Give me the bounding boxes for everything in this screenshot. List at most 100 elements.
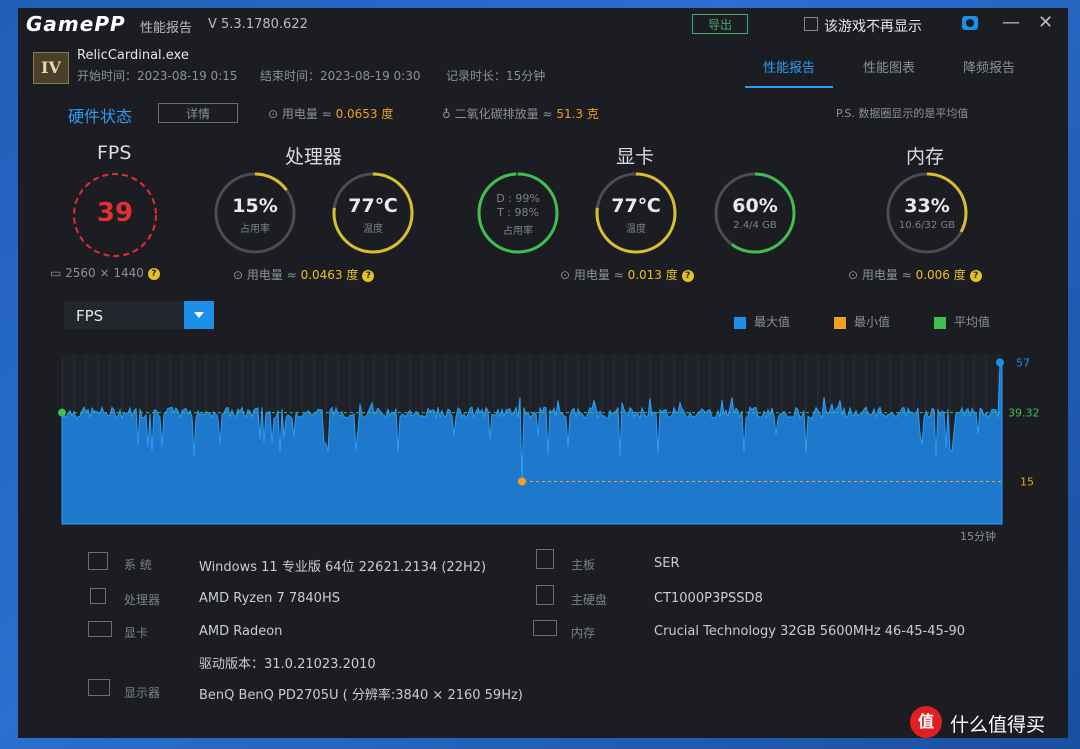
disk-label: 主硬盘 xyxy=(571,593,608,607)
os-value: Windows 11 专业版 64位 22621.2134 (22H2) xyxy=(199,560,487,575)
monitor-icon xyxy=(88,679,110,696)
max-marker xyxy=(996,358,1004,367)
memory-power-row: ⊙ 用电量 ≈ 0.006 度? xyxy=(848,266,982,283)
gpu-usage-label: 占用率 xyxy=(503,226,533,237)
resolution-row: ▭ 2560 × 1440? xyxy=(50,266,160,280)
section-memory: 内存 xyxy=(906,146,945,168)
gpu-memory-value: 60% xyxy=(732,195,778,217)
legend-swatch xyxy=(934,316,946,329)
total-power: ⊙ 用电量 ≈ 0.0653 度 xyxy=(268,107,394,121)
legend-min: 最小值 xyxy=(834,313,890,330)
section-cpu: 处理器 xyxy=(285,146,343,168)
version-label: V 5.3.1780.622 xyxy=(208,17,308,32)
power-icon: ⊙ xyxy=(268,107,282,121)
metric-select-value: FPS xyxy=(76,307,104,325)
board-label: 主板 xyxy=(571,558,596,572)
ram-icon xyxy=(533,620,557,636)
report-window: GamePP 性能报告 V 5.3.1780.622 导出 该游戏不再显示 — … xyxy=(18,8,1068,738)
power-icon: ⊙ xyxy=(560,268,574,282)
legend-swatch xyxy=(734,316,746,329)
leaf-icon: ♁ xyxy=(442,107,455,121)
avg-label: 39.32 xyxy=(1008,407,1040,420)
exe-name: RelicCardinal.exe xyxy=(77,48,189,63)
gpu-temp-value: 77℃ xyxy=(611,195,661,217)
fps-value: 39 xyxy=(96,198,134,228)
camera-icon[interactable] xyxy=(962,16,978,30)
duration: 记录时长：15分钟 xyxy=(446,69,546,83)
co2-emission: ♁ 二氧化碳排放量 ≈ 51.3 克 xyxy=(442,107,599,121)
x-end-label: 15分钟 xyxy=(960,529,996,543)
details-button[interactable]: 详情 xyxy=(158,103,238,123)
memory-label: 10.6/32 GB xyxy=(898,220,956,231)
session-header: IV RelicCardinal.exe 开始时间：2023-08-19 0:1… xyxy=(18,40,1068,92)
gpu-label: 显卡 xyxy=(124,626,149,640)
fps-gauge: 39 xyxy=(70,170,160,260)
help-icon[interactable]: ? xyxy=(681,269,694,282)
watermark-text: 什么值得买 xyxy=(950,714,1046,736)
ram-label: 内存 xyxy=(571,626,596,640)
help-icon[interactable]: ? xyxy=(362,269,375,282)
gpu-temp-label: 温度 xyxy=(626,224,646,235)
cpu-usage-label: 占用率 xyxy=(240,224,270,235)
tab-throttle-report[interactable]: 降频报告 xyxy=(963,57,1015,76)
window-title: 性能报告 xyxy=(140,21,193,36)
legend-max: 最大值 xyxy=(734,313,790,330)
chevron-down-icon[interactable] xyxy=(184,301,214,329)
close-icon[interactable]: ✕ xyxy=(1038,12,1053,33)
cpu-usage-value: 15% xyxy=(232,195,278,217)
os-label: 系 统 xyxy=(124,558,152,572)
cpu-temp-label: 温度 xyxy=(363,224,383,235)
gpu-power-row: ⊙ 用电量 ≈ 0.013 度? xyxy=(560,266,694,283)
active-tab-indicator xyxy=(745,86,833,88)
gpu-icon xyxy=(88,621,112,637)
note-text: P.S. 数据圈显示的是平均值 xyxy=(836,107,969,120)
power-icon: ⊙ xyxy=(233,268,247,282)
legend-swatch xyxy=(834,316,846,329)
gpu-memory-label: 2.4/4 GB xyxy=(733,220,777,231)
gpu-usage-d: D : 99% xyxy=(496,192,540,205)
minimize-icon[interactable]: — xyxy=(1002,12,1020,33)
disk-value: CT1000P3PSSD8 xyxy=(654,591,763,606)
no-show-label: 该游戏不再显示 xyxy=(824,19,922,35)
cpu-temp-gauge: 77℃ 温度 xyxy=(330,170,416,256)
no-show-checkbox[interactable] xyxy=(804,17,818,31)
cpu-temp-value: 77℃ xyxy=(348,195,398,217)
export-button[interactable]: 导出 xyxy=(692,14,748,34)
gpu-value: AMD Radeon xyxy=(199,624,283,639)
hardware-status-title: 硬件状态 xyxy=(68,107,133,126)
monitor-small-icon: ▭ xyxy=(50,266,66,280)
end-time: 结束时间：2023-08-19 0:30 xyxy=(260,69,421,83)
legend-avg: 平均值 xyxy=(934,313,990,330)
board-value: SER xyxy=(654,556,680,571)
help-icon[interactable]: ? xyxy=(969,269,982,282)
max-label: 57 xyxy=(1016,357,1030,370)
tab-performance-chart[interactable]: 性能图表 xyxy=(863,57,915,76)
disk-icon xyxy=(536,585,554,605)
avg-marker xyxy=(58,408,66,417)
power-icon: ⊙ xyxy=(848,268,862,282)
start-time: 开始时间：2023-08-19 0:15 xyxy=(77,69,238,83)
cpu-value: AMD Ryzen 7 7840HS xyxy=(199,591,340,606)
gpu-usage-t: T : 98% xyxy=(497,206,539,219)
cpu-label: 处理器 xyxy=(124,593,161,607)
section-gpu: 显卡 xyxy=(616,146,655,168)
min-label: 15 xyxy=(1020,476,1034,489)
help-icon[interactable]: ? xyxy=(147,267,160,280)
cpu-power-row: ⊙ 用电量 ≈ 0.0463 度? xyxy=(233,266,375,283)
watermark-icon: 值 xyxy=(910,706,942,738)
driver-version: 驱动版本：31.0.21023.2010 xyxy=(199,657,376,672)
monitor-value: BenQ BenQ PD2705U ( 分辨率:3840 × 2160 59Hz… xyxy=(199,688,523,703)
monitor-label: 显示器 xyxy=(124,686,161,700)
cpu-usage-gauge: 15% 占用率 xyxy=(212,170,298,256)
tab-performance-report[interactable]: 性能报告 xyxy=(763,57,815,76)
gpu-temp-gauge: 77℃ 温度 xyxy=(593,170,679,256)
ram-value: Crucial Technology 32GB 5600MHz 46-45-45… xyxy=(654,624,966,639)
motherboard-icon xyxy=(536,549,554,569)
fps-chart-svg: 57 39.32 15 15分钟 xyxy=(58,354,1040,543)
cpu-icon xyxy=(90,588,106,604)
gpu-usage-gauge: D : 99% T : 98% 占用率 xyxy=(475,170,561,256)
metric-select[interactable]: FPS xyxy=(64,301,214,329)
min-marker xyxy=(518,477,526,486)
memory-gauge: 33% 10.6/32 GB xyxy=(884,170,970,256)
gpu-memory-gauge: 60% 2.4/4 GB xyxy=(712,170,798,256)
